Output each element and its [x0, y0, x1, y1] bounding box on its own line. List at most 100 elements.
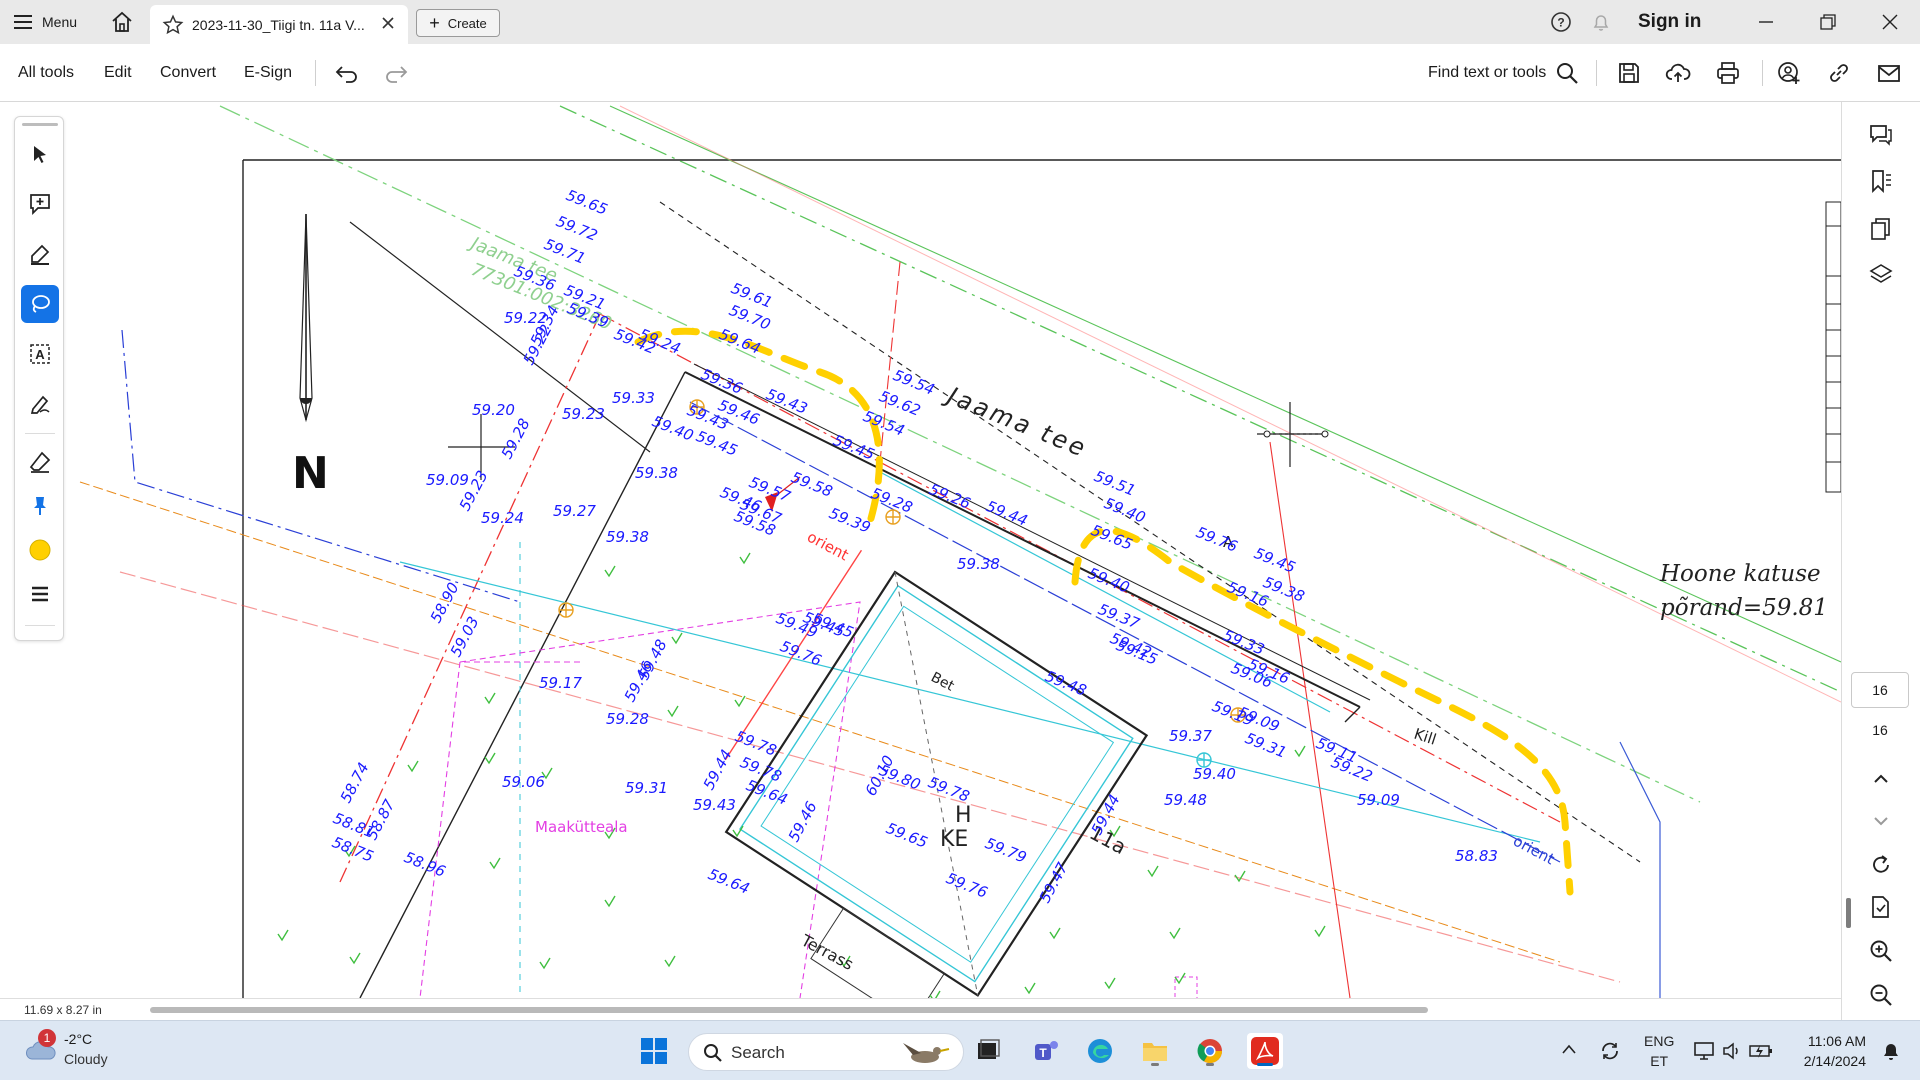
palette-grip[interactable] [22, 123, 58, 126]
add-text-tool[interactable]: A [21, 335, 59, 373]
start-button[interactable] [636, 1033, 672, 1069]
zoom-in-icon[interactable] [1868, 938, 1894, 964]
file-explorer-app[interactable] [1137, 1033, 1173, 1069]
chrome-app[interactable] [1192, 1033, 1228, 1069]
language-indicator[interactable]: ENG ET [1644, 1031, 1674, 1071]
elevation-label: 59.33 [612, 389, 655, 407]
all-tools-menu[interactable]: All tools [18, 64, 74, 82]
highlight-tool[interactable] [21, 235, 59, 273]
sign-tool[interactable] [21, 385, 59, 423]
rotate-icon[interactable] [1868, 852, 1894, 878]
sign-in-button[interactable]: Sign in [1638, 11, 1701, 33]
highlight-pen-icon [31, 244, 50, 265]
color-tool[interactable] [21, 531, 59, 569]
total-pages: 16 [1872, 722, 1888, 738]
tab-title: 2023-11-30_Tiigi tn. 11a V... [192, 16, 365, 33]
close-tab-icon[interactable] [380, 15, 396, 31]
elevation-label: 59.58 [789, 468, 836, 501]
system-clock[interactable]: 11:06 AM 2/14/2024 [1770, 1031, 1866, 1071]
hamburger-icon [14, 15, 32, 29]
chevron-up-icon[interactable] [1868, 766, 1894, 792]
pin-tool[interactable] [21, 487, 59, 525]
link-icon[interactable] [1826, 60, 1852, 86]
vertical-scrollbar[interactable] [1846, 898, 1851, 928]
convert-menu[interactable]: Convert [160, 64, 216, 82]
svg-text:?: ? [1557, 16, 1564, 30]
house-label: H [955, 803, 972, 828]
teams-app[interactable]: T [1028, 1033, 1064, 1069]
volume-icon[interactable] [1720, 1039, 1744, 1063]
close-window-icon[interactable] [1878, 10, 1902, 34]
help-icon[interactable]: ? [1550, 11, 1572, 33]
email-icon[interactable] [1876, 60, 1902, 86]
print-icon[interactable] [1715, 60, 1741, 86]
bookmarks-icon[interactable] [1868, 168, 1894, 194]
notification-bell-icon[interactable] [1590, 11, 1612, 33]
document-canvas[interactable]: N Jaama tee 77301:002:3260 Jaama tee Maa… [0, 102, 1841, 998]
elevation-label: 59.26 [927, 480, 974, 513]
undo-icon[interactable] [334, 61, 360, 85]
select-tool[interactable] [21, 135, 59, 173]
freehand-annotation[interactable] [1071, 527, 1574, 896]
palette-divider [25, 433, 55, 434]
add-comment-icon [30, 194, 50, 216]
quick-tools-palette: A [14, 116, 64, 641]
search-icon[interactable] [1554, 60, 1580, 86]
elevation-label: 59.47 [1036, 859, 1072, 906]
elevation-label: 59.22 [520, 322, 556, 368]
horizontal-scrollbar[interactable] [150, 1007, 1428, 1013]
more-tools[interactable] [21, 575, 59, 613]
chevron-up-icon[interactable] [1561, 1043, 1577, 1055]
roof-note-line-2: põrand=59.81 [1660, 595, 1828, 621]
sync-icon[interactable] [1598, 1039, 1622, 1063]
elevation-label: 59.45 [1252, 544, 1299, 577]
menu-button[interactable]: Menu [14, 9, 77, 35]
edge-app[interactable] [1082, 1033, 1118, 1069]
eraser-tool[interactable] [21, 443, 59, 481]
folder-icon [1143, 1043, 1167, 1061]
clock-date: 2/14/2024 [1803, 1053, 1866, 1069]
comments-icon[interactable] [1868, 122, 1894, 148]
elevation-label: 59.79 [983, 834, 1030, 867]
home-icon[interactable] [110, 10, 134, 34]
star-icon[interactable] [162, 14, 184, 36]
share-user-icon[interactable] [1776, 60, 1802, 86]
elevation-label: 59.09 [1236, 703, 1283, 736]
current-page-input[interactable]: 16 [1851, 672, 1909, 708]
document-tab[interactable]: 2023-11-30_Tiigi tn. 11a V... [150, 5, 408, 44]
orient-label: orient [804, 528, 852, 565]
restore-icon[interactable] [1816, 10, 1840, 34]
display-icon[interactable] [1692, 1039, 1716, 1063]
right-sidebar: 16 16 [1841, 102, 1920, 1020]
upload-cloud-icon[interactable] [1665, 60, 1691, 86]
save-icon[interactable] [1616, 60, 1642, 86]
add-comment-tool[interactable] [21, 185, 59, 223]
task-view-button[interactable] [970, 1033, 1006, 1069]
taskbar-search[interactable]: Search [688, 1033, 964, 1071]
edit-menu[interactable]: Edit [104, 64, 132, 82]
layers-icon[interactable] [1868, 262, 1894, 288]
elevation-label: 59.27 [553, 502, 596, 520]
road-label: Jaama tee [940, 380, 1092, 463]
acrobat-app[interactable] [1247, 1033, 1283, 1069]
status-bar: 11.69 x 8.27 in [0, 998, 1841, 1020]
minimize-icon[interactable] [1754, 10, 1778, 34]
create-button[interactable]: + Create [416, 9, 500, 37]
pages-icon[interactable] [1868, 216, 1894, 242]
taskbar: 1 -2°C Cloudy Search T ENG ET 11:06 AM 2… [0, 1020, 1920, 1080]
bird-illustration-icon [903, 1043, 950, 1063]
zoom-out-icon[interactable] [1868, 982, 1894, 1008]
esign-menu[interactable]: E-Sign [244, 64, 292, 82]
draw-tool[interactable] [21, 285, 59, 323]
elevation-label: 59.31 [625, 779, 668, 797]
notification-bell-icon[interactable] [1880, 1039, 1902, 1063]
redo-icon[interactable] [383, 61, 409, 85]
svg-text:A: A [35, 347, 45, 362]
chevron-down-icon[interactable] [1868, 808, 1894, 834]
elevation-label: 59.28 [498, 416, 534, 462]
weather-widget[interactable]: 1 -2°C Cloudy [20, 1029, 140, 1073]
elevation-label: 59.40 [1193, 765, 1236, 783]
find-text-tools[interactable]: Find text or tools [1428, 64, 1546, 82]
page-scan-icon[interactable] [1868, 894, 1894, 920]
title-bar: Menu 2023-11-30_Tiigi tn. 11a V... + Cre… [0, 0, 1920, 44]
